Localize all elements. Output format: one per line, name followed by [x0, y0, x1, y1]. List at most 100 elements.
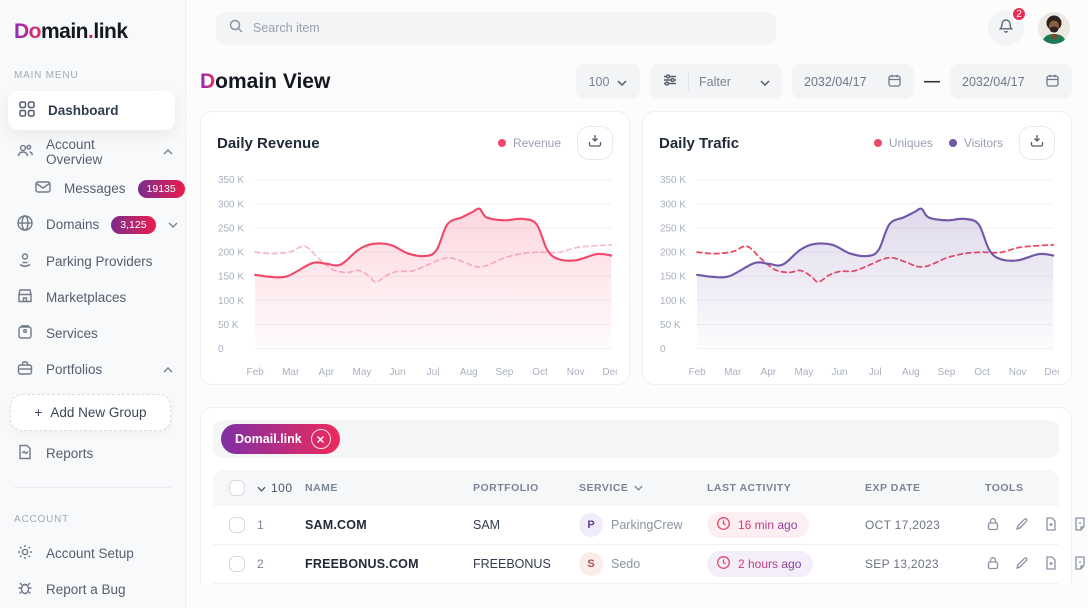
- sidebar-item-messages[interactable]: Messages 19135: [0, 170, 185, 206]
- svg-text:Mar: Mar: [282, 367, 300, 378]
- svg-text:350 K: 350 K: [218, 175, 244, 186]
- bell-icon: [997, 17, 1015, 40]
- charts-row: Daily Revenue Revenue 350 K300 K250 K200…: [200, 111, 1072, 385]
- domains-badge: 3,125: [111, 216, 155, 234]
- svg-text:May: May: [795, 367, 815, 378]
- sidebar-item-reports[interactable]: Reports: [0, 435, 185, 471]
- domains-table-card: Domail.link 100 NAME PORTFOLIO SERVICE: [200, 407, 1072, 584]
- clock-icon: [716, 516, 731, 534]
- legend-item-revenue[interactable]: Revenue: [498, 136, 561, 150]
- download-chart-button[interactable]: [1019, 126, 1055, 160]
- table-row[interactable]: 1 SAM.COM SAM P ParkingCrew 16 min ago O…: [213, 506, 1059, 545]
- date-from-picker[interactable]: 2032/04/17: [792, 64, 914, 99]
- svg-text:Jul: Jul: [869, 367, 882, 378]
- services-box-icon: [16, 323, 34, 344]
- svg-text:100 K: 100 K: [218, 296, 244, 307]
- sidebar-item-report-a-bug[interactable]: Report a Bug: [0, 572, 185, 608]
- download-icon: [587, 133, 603, 154]
- sidebar-item-account-overview[interactable]: Account Overview: [0, 134, 185, 170]
- search-icon: [228, 18, 244, 39]
- table-row[interactable]: 2 FREEBONUS.COM FREEBONUS S Sedo 2 hours…: [213, 545, 1059, 584]
- search-bar[interactable]: [216, 12, 776, 45]
- row-number: 2: [257, 557, 305, 571]
- daily-revenue-chart: 350 K300 K250 K200 K150 K100 K50 K0FebMa…: [217, 168, 617, 380]
- svg-text:150 K: 150 K: [660, 272, 686, 283]
- svg-text:May: May: [353, 367, 373, 378]
- svg-text:Jul: Jul: [427, 367, 440, 378]
- svg-text:350 K: 350 K: [660, 175, 686, 186]
- parking-hand-icon: [16, 251, 34, 272]
- svg-text:Apr: Apr: [761, 367, 777, 378]
- file-export-icon[interactable]: [1072, 555, 1088, 574]
- notifications-button[interactable]: 2: [988, 10, 1024, 46]
- sidebar: Domain.link MAIN MENU Dashboard Account …: [0, 0, 186, 608]
- sidebar-item-portfolios[interactable]: Portfolios: [0, 352, 185, 388]
- column-header-service[interactable]: SERVICE: [579, 482, 707, 494]
- app-root: Domain.link MAIN MENU Dashboard Account …: [0, 0, 1088, 608]
- row-tools: [985, 555, 1088, 574]
- edit-icon[interactable]: [1014, 516, 1030, 535]
- select-all-checkbox[interactable]: [229, 480, 245, 496]
- svg-text:200 K: 200 K: [660, 247, 686, 258]
- legend-item-uniques[interactable]: Uniques: [874, 136, 933, 150]
- chart-legend: Uniques Visitors: [874, 136, 1003, 150]
- daily-revenue-card: Daily Revenue Revenue 350 K300 K250 K200…: [200, 111, 630, 385]
- column-header-portfolio: PORTFOLIO: [473, 482, 579, 494]
- select-count-dropdown[interactable]: 100: [257, 481, 305, 495]
- svg-text:Dec: Dec: [602, 367, 617, 378]
- add-new-group-button[interactable]: + Add New Group: [10, 394, 171, 431]
- sidebar-item-marketplaces[interactable]: Marketplaces: [0, 279, 185, 315]
- storefront-icon: [16, 287, 34, 308]
- svg-text:200 K: 200 K: [218, 247, 244, 258]
- row-tools: [985, 516, 1088, 535]
- gear-icon: [16, 543, 34, 564]
- sidebar-item-parking-providers[interactable]: Parking Providers: [0, 243, 185, 279]
- file-add-icon[interactable]: [1043, 516, 1059, 535]
- lock-icon[interactable]: [985, 516, 1001, 535]
- portfolio-name: SAM: [473, 518, 579, 532]
- user-avatar[interactable]: [1038, 12, 1070, 44]
- file-export-icon[interactable]: [1072, 516, 1088, 535]
- lock-icon[interactable]: [985, 555, 1001, 574]
- topbar: 2: [186, 0, 1088, 56]
- users-icon: [16, 142, 34, 163]
- download-chart-button[interactable]: [577, 126, 613, 160]
- sidebar-item-dashboard[interactable]: Dashboard: [8, 91, 175, 130]
- sidebar-item-services[interactable]: Services: [0, 315, 185, 351]
- search-input[interactable]: [253, 21, 764, 35]
- page-size-select[interactable]: 100: [576, 64, 640, 99]
- svg-text:Apr: Apr: [319, 367, 335, 378]
- filter-chip-domail-link[interactable]: Domail.link: [221, 424, 340, 454]
- daily-traffic-chart: 350 K300 K250 K200 K150 K100 K50 K0FebMa…: [659, 168, 1059, 380]
- svg-text:50 K: 50 K: [660, 320, 681, 331]
- column-header-tools: TOOLS: [985, 482, 1059, 494]
- header-controls: 100 Falter 2032/04/17 —: [576, 64, 1072, 99]
- row-checkbox[interactable]: [229, 517, 245, 533]
- row-checkbox[interactable]: [229, 556, 245, 572]
- chevron-down-icon: [168, 222, 178, 228]
- clock-icon: [716, 555, 731, 573]
- legend-item-visitors[interactable]: Visitors: [949, 136, 1003, 150]
- sidebar-item-account-setup[interactable]: Account Setup: [0, 535, 185, 571]
- date-to-picker[interactable]: 2032/04/17: [950, 64, 1072, 99]
- file-add-icon[interactable]: [1043, 555, 1059, 574]
- close-icon[interactable]: [311, 429, 331, 449]
- svg-text:Feb: Feb: [246, 367, 264, 378]
- sidebar-item-domains[interactable]: Domains 3,125: [0, 207, 185, 243]
- svg-text:Aug: Aug: [460, 367, 478, 378]
- page-title: Domain View: [200, 70, 330, 94]
- edit-icon[interactable]: [1014, 555, 1030, 574]
- svg-text:Feb: Feb: [688, 367, 706, 378]
- row-number: 1: [257, 518, 305, 532]
- calendar-icon: [887, 73, 902, 91]
- svg-text:150 K: 150 K: [218, 272, 244, 283]
- report-doc-icon: [16, 443, 34, 464]
- svg-text:Nov: Nov: [567, 367, 586, 378]
- service-name: Sedo: [611, 557, 640, 571]
- dashboard-icon: [18, 100, 36, 121]
- exp-date: OCT 17,2023: [865, 518, 985, 532]
- exp-date: SEP 13,2023: [865, 557, 985, 571]
- service-cell: P ParkingCrew: [579, 513, 707, 537]
- filter-dropdown[interactable]: Falter: [650, 64, 782, 99]
- service-avatar: S: [579, 552, 603, 576]
